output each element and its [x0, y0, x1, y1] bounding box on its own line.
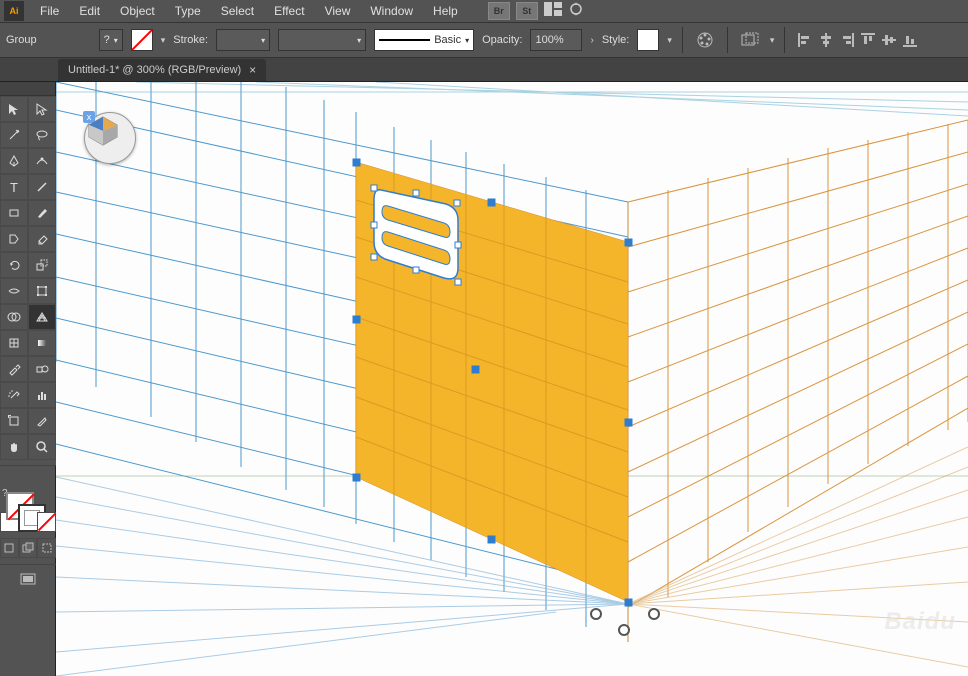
align-left-icon[interactable] — [795, 30, 815, 50]
menu-bar: Ai File Edit Object Type Select Effect V… — [0, 0, 968, 22]
mesh-tool[interactable] — [0, 330, 28, 356]
document-title: Untitled-1* @ 300% (RGB/Preview) — [68, 64, 241, 76]
hand-tool[interactable] — [0, 434, 28, 460]
column-graph-tool[interactable] — [28, 382, 56, 408]
gradient-tool[interactable] — [28, 330, 56, 356]
style-label: Style: — [602, 34, 630, 46]
menu-file[interactable]: File — [30, 1, 69, 21]
selection-tool[interactable] — [0, 96, 28, 122]
paintbrush-tool[interactable] — [28, 200, 56, 226]
menu-edit[interactable]: Edit — [69, 1, 110, 21]
artboard-tool[interactable] — [0, 408, 28, 434]
direct-selection-tool[interactable] — [28, 96, 56, 122]
align-hcenter-icon[interactable] — [816, 30, 836, 50]
stroke-swatch[interactable] — [131, 29, 153, 51]
align-bottom-icon[interactable] — [900, 30, 920, 50]
perspective-grid-drawing — [56, 82, 968, 676]
selection-type-label: Group — [6, 34, 37, 46]
shaper-tool[interactable] — [0, 226, 28, 252]
magic-wand-tool[interactable] — [0, 122, 28, 148]
opacity-label: Opacity: — [482, 34, 522, 46]
curvature-tool[interactable] — [28, 148, 56, 174]
transform-icon[interactable] — [738, 29, 762, 51]
lasso-tool[interactable] — [28, 122, 56, 148]
control-bar: Group ?▾ ▾ Stroke: ▾ ▾ Basic▾ Opacity: 1… — [0, 22, 968, 58]
menu-help[interactable]: Help — [423, 1, 468, 21]
bridge-stock-icons: Br St — [488, 1, 584, 22]
rectangle-tool[interactable] — [0, 200, 28, 226]
scale-tool[interactable] — [28, 252, 56, 278]
zoom-tool[interactable] — [28, 434, 56, 460]
app-logo-icon: Ai — [4, 1, 24, 21]
menu-view[interactable]: View — [315, 1, 361, 21]
toolbox: T ? — [0, 82, 56, 676]
canvas[interactable]: x Baidu — [56, 82, 968, 676]
pen-tool[interactable] — [0, 148, 28, 174]
toolbox-header — [0, 82, 55, 96]
menu-window[interactable]: Window — [360, 1, 423, 21]
blend-tool[interactable] — [28, 356, 56, 382]
gpu-icon[interactable] — [568, 1, 584, 22]
perspective-ground-controls — [591, 609, 659, 635]
menu-object[interactable]: Object — [110, 1, 165, 21]
arrange-docs-icon[interactable] — [544, 2, 562, 21]
menu-select[interactable]: Select — [211, 1, 264, 21]
stroke-weight-input[interactable]: ▾ — [216, 29, 270, 51]
slice-tool[interactable] — [28, 408, 56, 434]
rotate-tool[interactable] — [0, 252, 28, 278]
variable-width-profile[interactable]: ▾ — [278, 29, 366, 51]
recolor-icon[interactable] — [693, 29, 717, 51]
menu-effect[interactable]: Effect — [264, 1, 314, 21]
menu-type[interactable]: Type — [165, 1, 211, 21]
watermark: Baidu — [884, 608, 956, 636]
symbol-sprayer-tool[interactable] — [0, 382, 28, 408]
align-top-icon[interactable] — [858, 30, 878, 50]
style-swatch[interactable] — [637, 29, 659, 51]
align-buttons — [795, 30, 920, 50]
type-tool[interactable]: T — [0, 174, 28, 200]
eyedropper-tool[interactable] — [0, 356, 28, 382]
align-vcenter-icon[interactable] — [879, 30, 899, 50]
tab-close-icon[interactable]: × — [249, 63, 256, 77]
line-tool[interactable] — [28, 174, 56, 200]
bridge-icon[interactable]: Br — [488, 2, 510, 20]
fill-dropdown[interactable]: ?▾ — [99, 29, 123, 51]
stock-icon[interactable]: St — [516, 2, 538, 20]
document-tab[interactable]: Untitled-1* @ 300% (RGB/Preview) × — [58, 59, 266, 81]
opacity-input[interactable]: 100% — [530, 29, 582, 51]
brush-definition[interactable]: Basic▾ — [374, 29, 474, 51]
shape-builder-tool[interactable] — [0, 304, 28, 330]
stroke-label: Stroke: — [173, 34, 208, 46]
eraser-tool[interactable] — [28, 226, 56, 252]
svg-text:T: T — [10, 180, 18, 194]
align-right-icon[interactable] — [837, 30, 857, 50]
perspective-grid-tool[interactable] — [28, 304, 56, 330]
perspective-plane-widget[interactable]: x — [84, 112, 136, 164]
document-tab-bar: Untitled-1* @ 300% (RGB/Preview) × — [0, 58, 968, 82]
free-transform-tool[interactable] — [28, 278, 56, 304]
none-mode-icon[interactable] — [37, 512, 56, 532]
width-tool[interactable] — [0, 278, 28, 304]
screen-mode-icon[interactable] — [0, 564, 56, 592]
